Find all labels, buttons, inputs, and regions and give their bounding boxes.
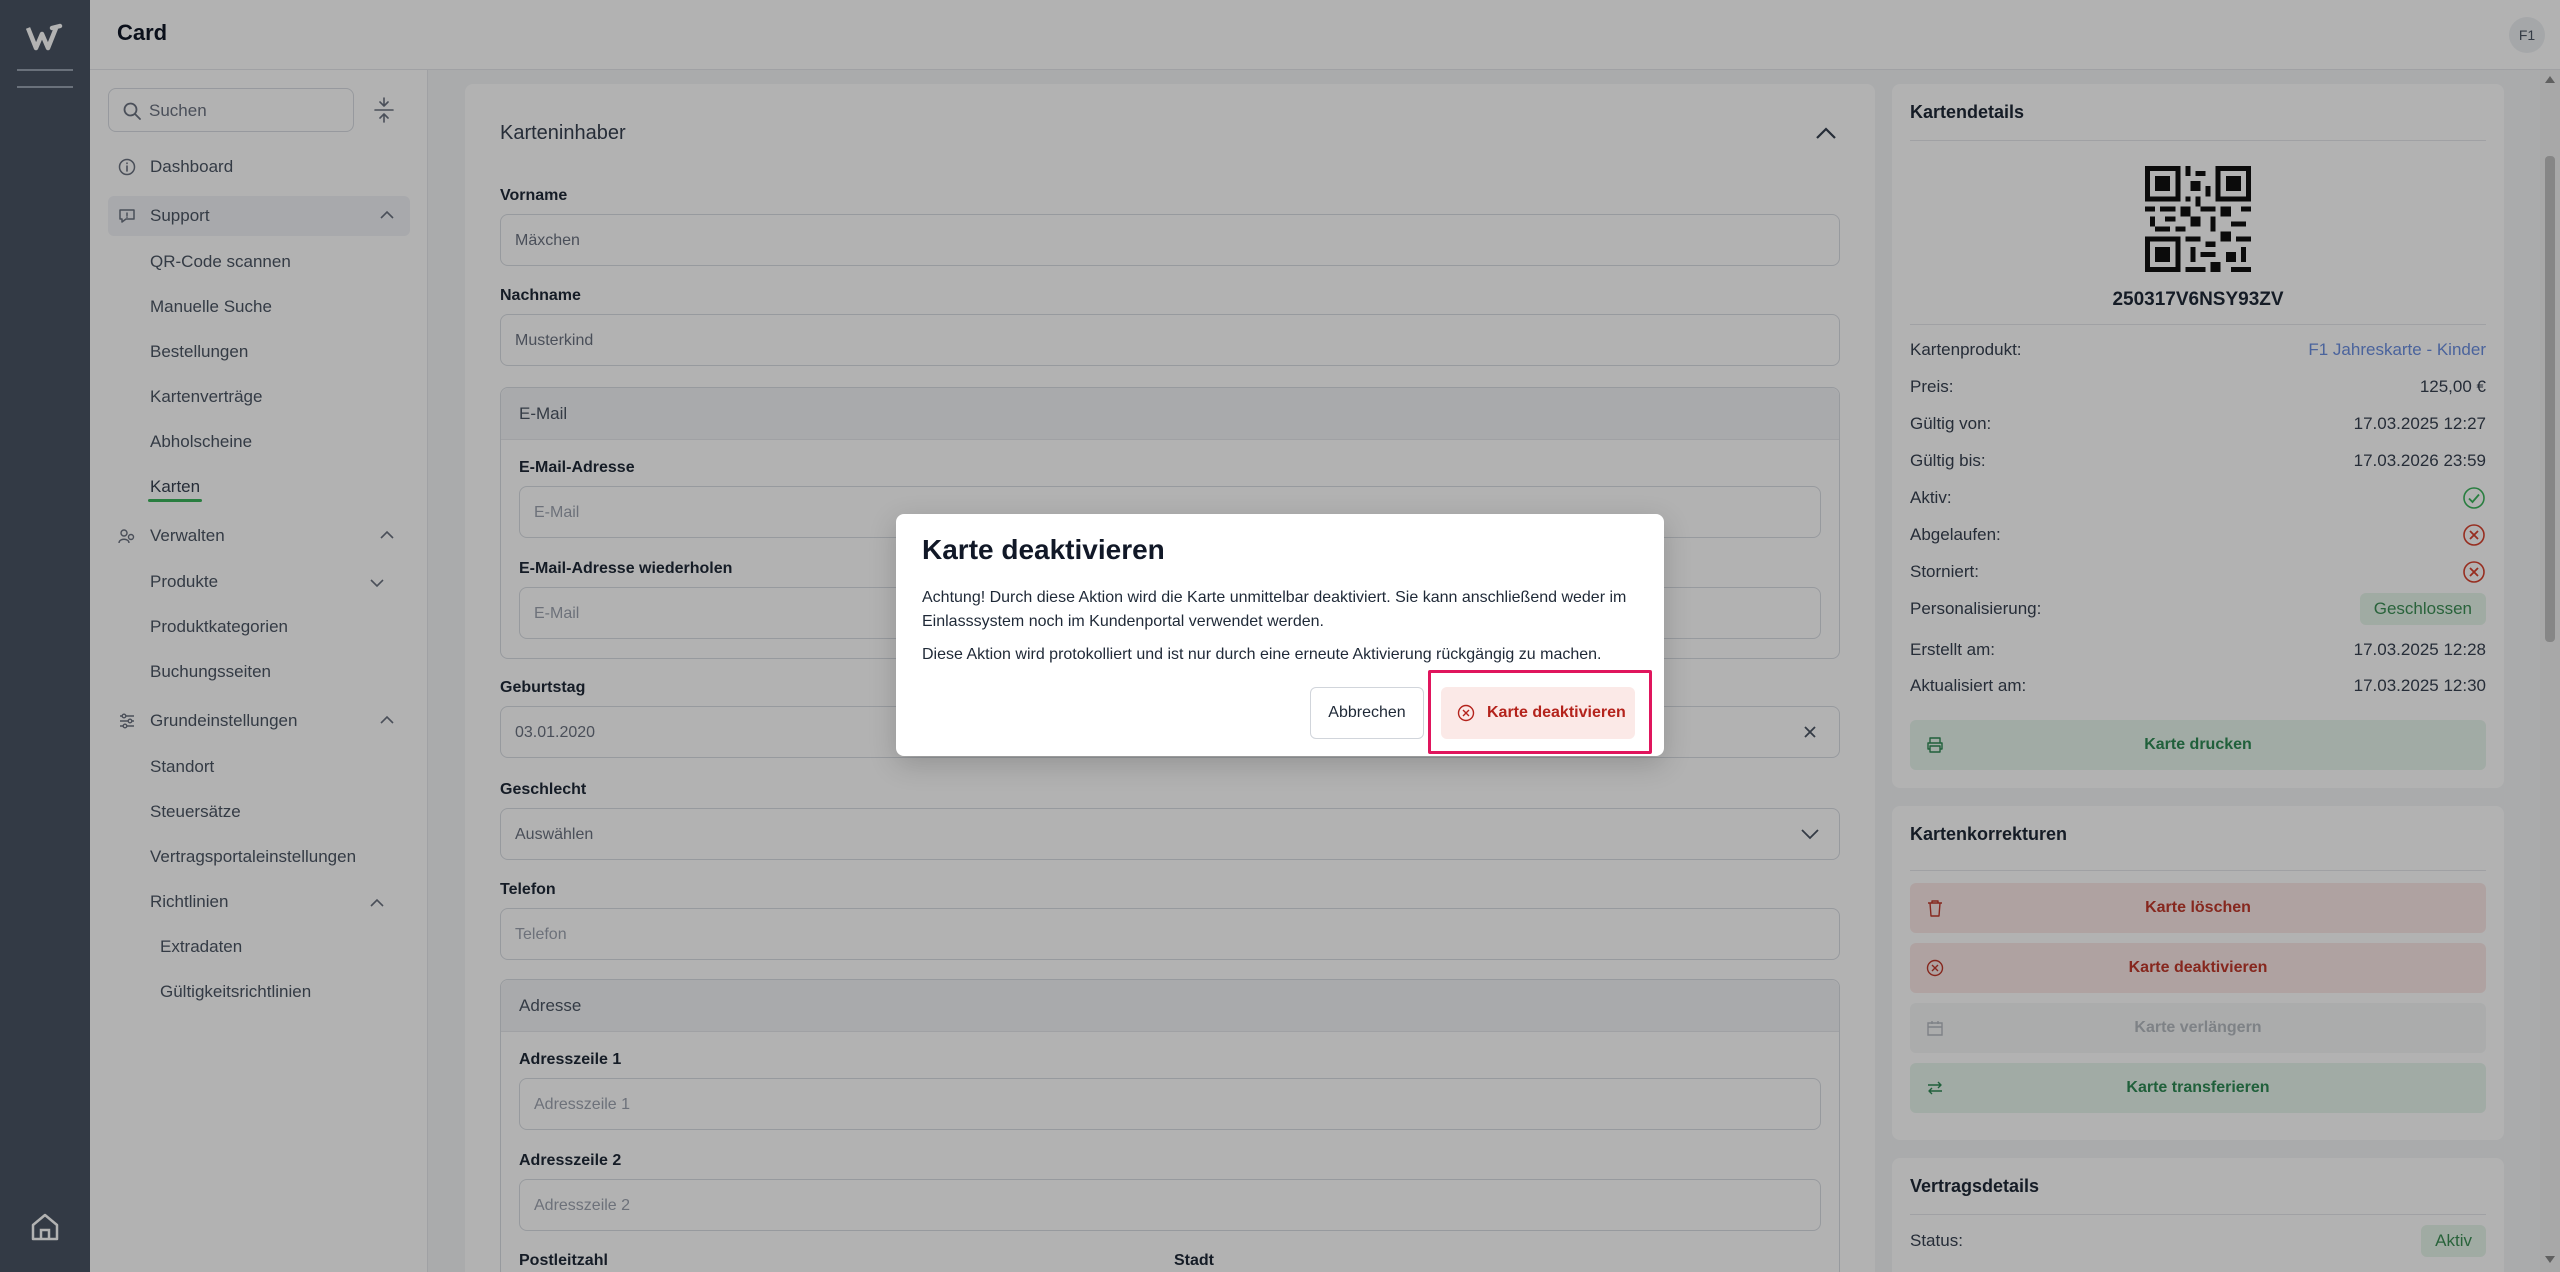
dialog-text: Achtung! Durch diese Aktion wird die Kar… [922,589,1627,630]
dialog-text: Diese Aktion wird protokolliert und ist … [922,646,1602,663]
confirm-deactivate-button[interactable]: Karte deaktivieren [1441,687,1635,739]
cancel-button[interactable]: Abbrechen [1310,687,1424,739]
button-label: Karte deaktivieren [1487,704,1626,721]
x-circle-icon [1457,704,1475,722]
dialog-title: Karte deaktivieren [922,534,1165,565]
deactivate-dialog: Karte deaktivieren Achtung! Durch diese … [896,514,1664,756]
